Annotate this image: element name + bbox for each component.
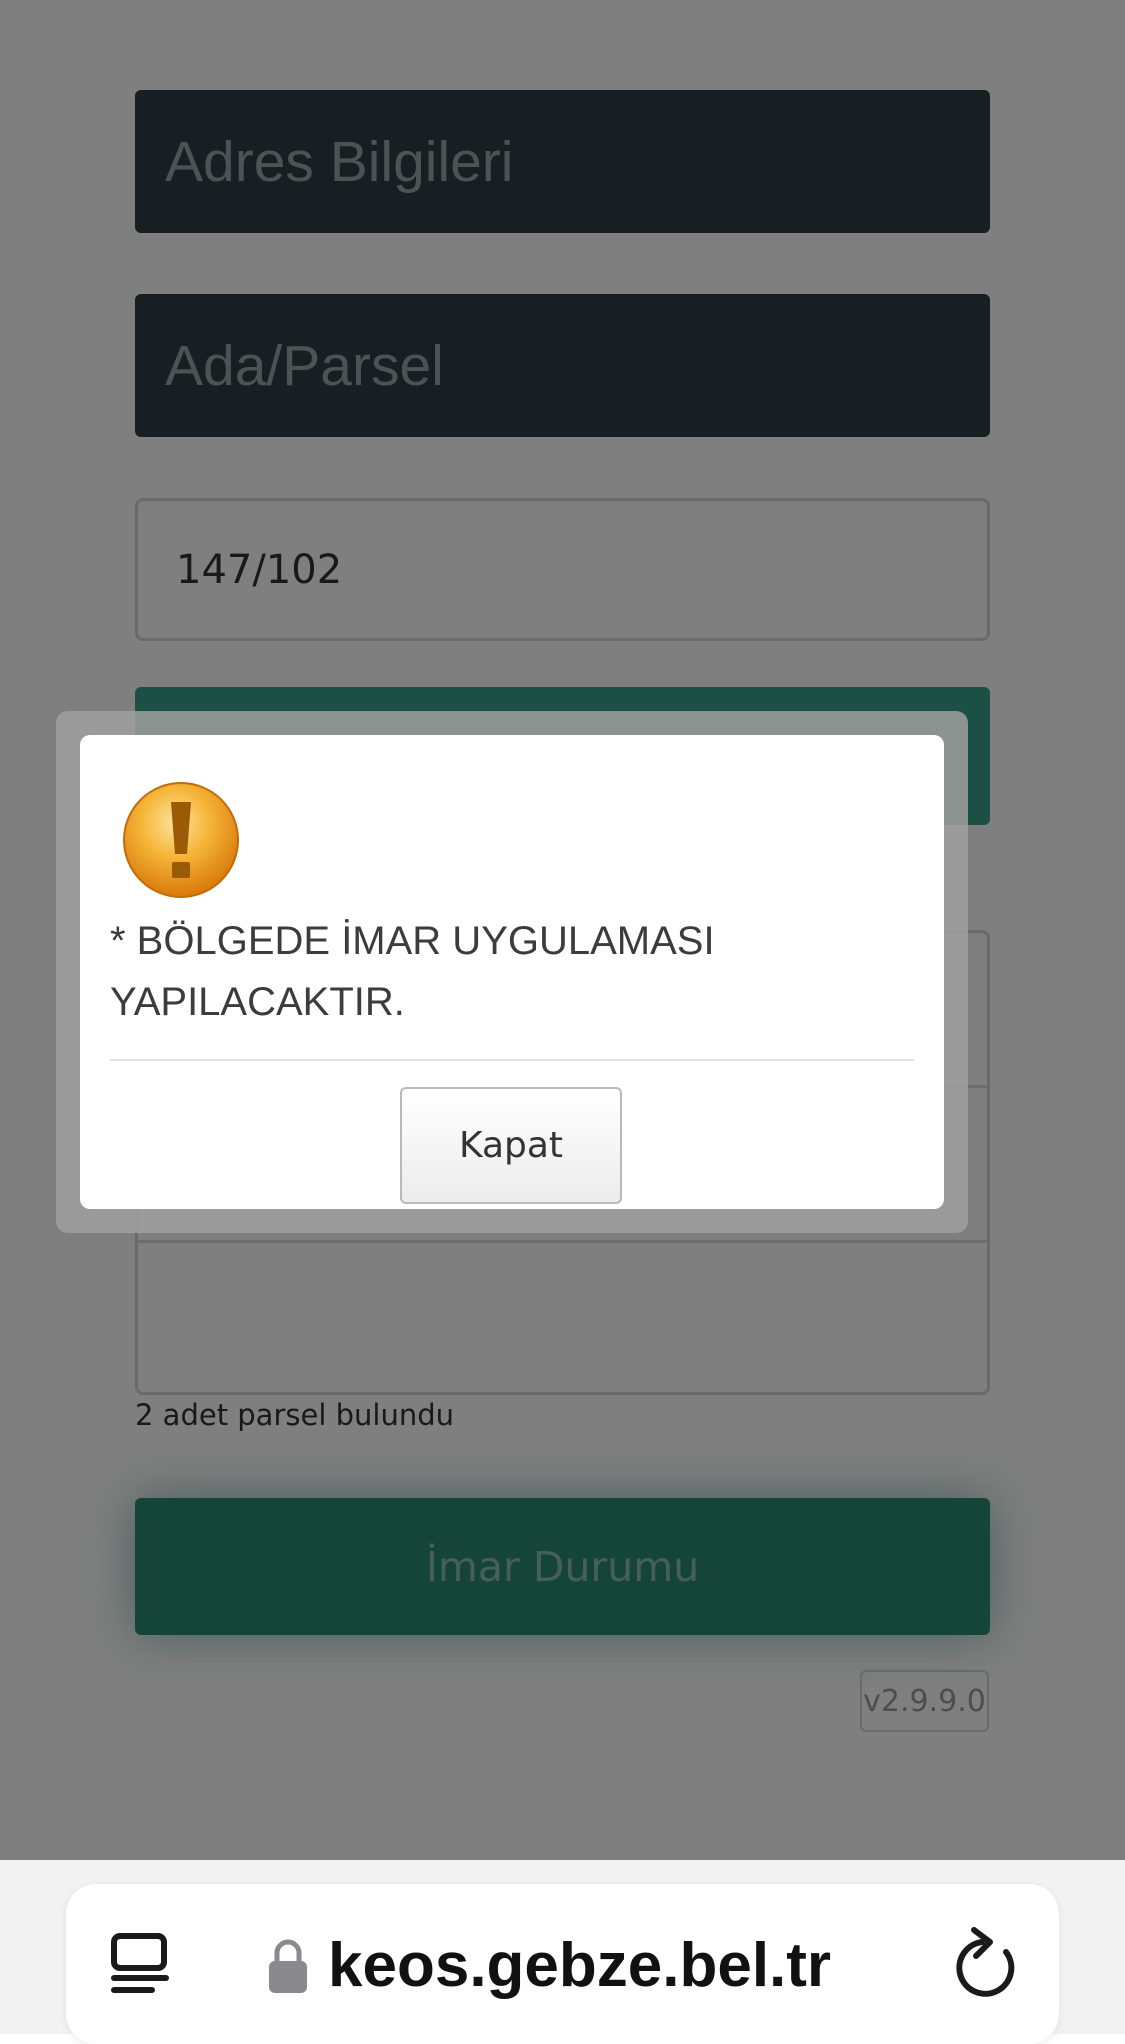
browser-toolbar: keos.gebze.bel.tr xyxy=(0,1860,1125,2044)
alert-dialog: * BÖLGEDE İMAR UYGULAMASI YAPILACAKTIR. … xyxy=(80,735,944,1209)
dialog-divider xyxy=(110,1059,914,1061)
reader-icon[interactable] xyxy=(110,1932,170,1998)
url-text[interactable]: keos.gebze.bel.tr xyxy=(328,1910,831,2020)
close-button-label: Kapat xyxy=(458,1125,564,1166)
close-button[interactable]: Kapat xyxy=(400,1087,622,1204)
warning-icon xyxy=(123,782,239,898)
address-bar[interactable]: keos.gebze.bel.tr xyxy=(66,1884,1059,2044)
dialog-message: * BÖLGEDE İMAR UYGULAMASI YAPILACAKTIR. xyxy=(110,919,715,1024)
lock-icon xyxy=(269,1939,307,1993)
reload-icon[interactable] xyxy=(954,1926,1020,2000)
